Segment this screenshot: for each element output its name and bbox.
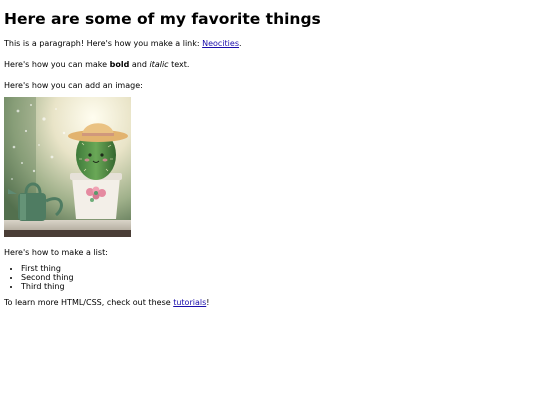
bold-word: bold [109,60,130,69]
intro-period: . [239,39,242,48]
learn-more-paragraph: To learn more HTML/CSS, check out these … [4,298,536,308]
list-item: First thing [21,264,536,273]
formatting-text-mid: and [129,60,150,69]
learn-more-text: To learn more HTML/CSS, check out these [4,298,174,307]
formatting-paragraph: Here's how you can make bold and italic … [4,60,536,70]
page-title: Here are some of my favorite things [4,10,321,28]
favorites-list: First thing Second thing Third thing [4,264,536,291]
formatting-text-end: text. [168,60,190,69]
image-intro-paragraph: Here's how you can add an image: [4,81,143,90]
cactus-photo [4,97,131,237]
neocities-link[interactable]: Neocities [202,39,239,48]
learn-more-exclamation: ! [206,298,210,307]
list-item: Second thing [21,273,536,282]
list-intro-paragraph: Here's how to make a list: [4,248,108,257]
formatting-text-start: Here's how you can make [4,60,110,69]
intro-text: This is a paragraph! Here's how you make… [4,39,203,48]
intro-paragraph: This is a paragraph! Here's how you make… [4,39,536,49]
tutorials-link[interactable]: tutorials [173,298,206,307]
list-item: Third thing [21,282,536,291]
page-content: Here are some of my favorite things This… [0,10,540,308]
italic-word: italic [149,60,169,69]
